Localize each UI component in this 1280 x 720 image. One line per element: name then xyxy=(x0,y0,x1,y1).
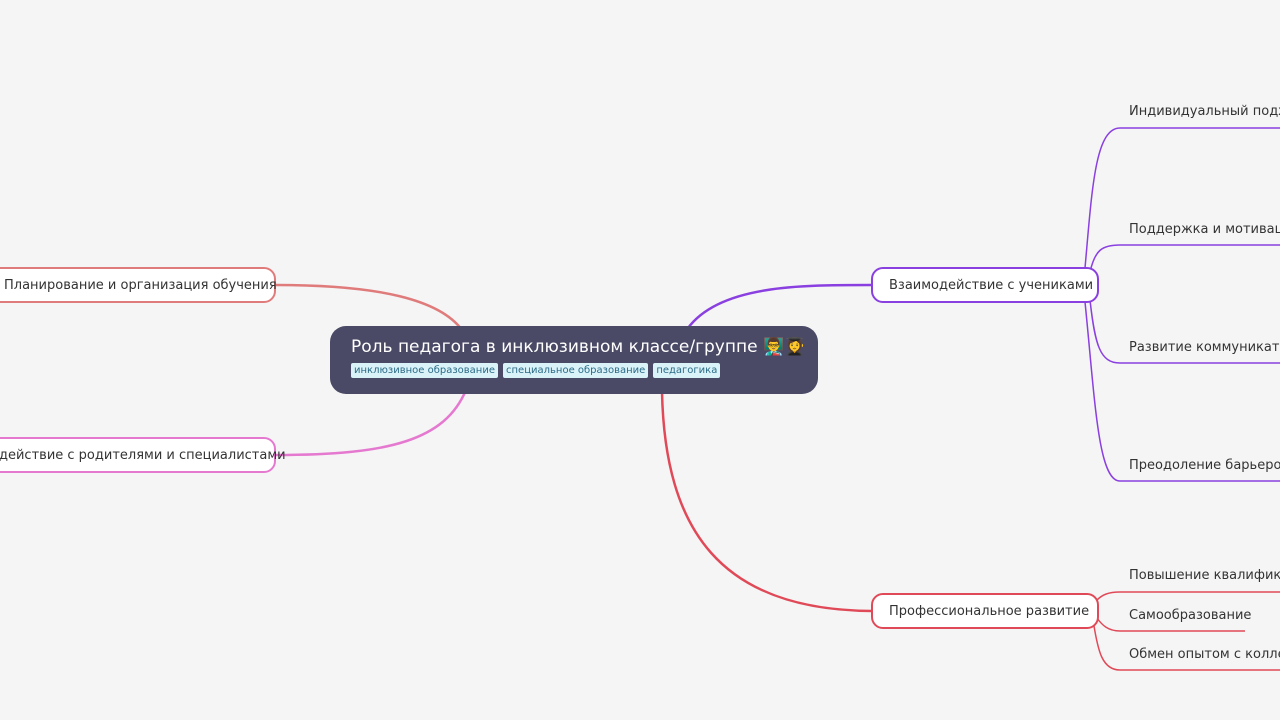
prof-child-1[interactable]: Повышение квалифика xyxy=(1129,568,1280,583)
branch-planning[interactable]: Планирование и организация обучения xyxy=(0,267,277,303)
students-subconnectors xyxy=(1084,127,1280,482)
student-child-1[interactable]: Индивидуальный подход xyxy=(1129,104,1280,119)
connector-student-child-4 xyxy=(1084,301,1280,482)
branch-professional-label: Профессиональное развитие xyxy=(889,603,1090,619)
connector-prof-child-1 xyxy=(1096,591,1280,601)
prof-child-3[interactable]: Обмен опытом с коллега xyxy=(1129,647,1280,662)
connector-professional xyxy=(660,391,873,613)
tag[interactable]: специальное образование xyxy=(503,363,649,378)
connector-parents xyxy=(275,389,468,457)
branch-students-label: Взаимодействие с учениками xyxy=(889,277,1094,293)
central-title: Роль педагога в инклюзивном классе/групп… xyxy=(351,337,806,357)
tag[interactable]: педагогика xyxy=(653,363,721,378)
connector-student-child-1 xyxy=(1084,127,1280,269)
branch-parents[interactable]: действие с родителями и специалистами xyxy=(0,437,286,473)
student-child-3[interactable]: Развитие коммуникатив xyxy=(1129,340,1280,355)
student-child-4[interactable]: Преодоление барьеров xyxy=(1129,458,1280,473)
central-topic[interactable]: Роль педагога в инклюзивном классе/групп… xyxy=(330,326,818,394)
connector-students xyxy=(686,283,873,329)
tag[interactable]: инклюзивное образование xyxy=(351,363,498,378)
student-child-2[interactable]: Поддержка и мотивация xyxy=(1129,222,1280,237)
central-tags: инклюзивное образование специальное обра… xyxy=(351,363,798,378)
branch-students[interactable]: Взаимодействие с учениками xyxy=(871,267,1099,303)
branch-planning-label: Планирование и организация обучения xyxy=(4,277,277,293)
connector-student-child-2 xyxy=(1089,244,1280,273)
branch-parents-label: действие с родителями и специалистами xyxy=(0,447,286,463)
prof-child-2[interactable]: Самообразование xyxy=(1129,608,1251,623)
connector-planning xyxy=(275,283,464,331)
branch-professional[interactable]: Профессиональное развитие xyxy=(871,593,1099,629)
